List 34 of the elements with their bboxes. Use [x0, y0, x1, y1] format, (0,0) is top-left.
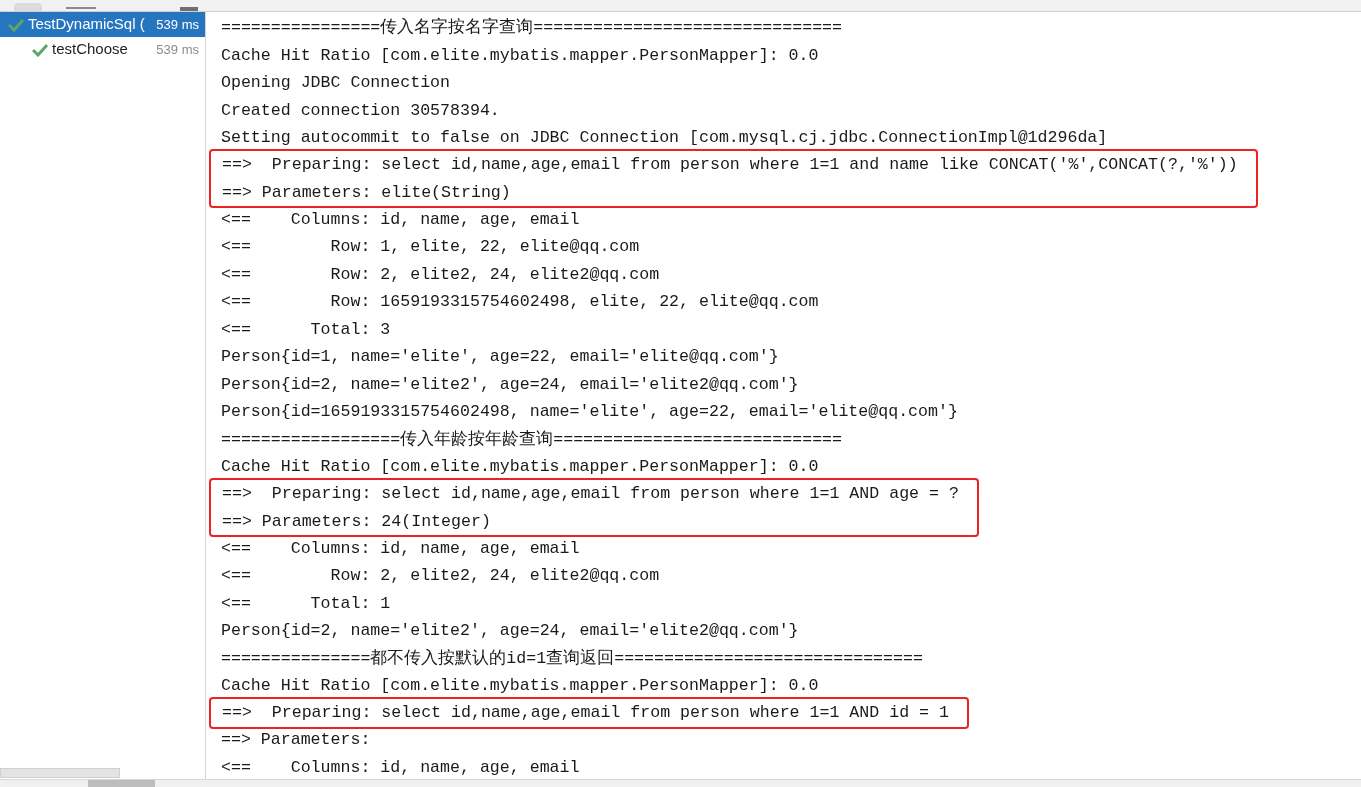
console-line: <== Row: 2, elite2, 24, elite2@qq.com	[221, 565, 661, 587]
console-line: ================传入名字按名字查询===============================	[221, 16, 844, 39]
console-line: ==> Parameters:	[221, 729, 372, 751]
console-line: ==> Parameters: 24(Integer)	[222, 510, 492, 533]
console-line: ==> Preparing: select id,name,age,email from person where 1=1 AND age = ?	[222, 483, 959, 505]
check-icon	[8, 17, 24, 32]
check-icon	[32, 42, 48, 57]
console-line: <== Columns: id, name, age, email	[221, 208, 581, 231]
console-line: ==================传入年龄按年龄查询=============================	[221, 428, 844, 451]
console-line: Person{id=2, name='elite2', age=24, email='elite2@qq.com'}	[221, 373, 800, 396]
console-line: Cache Hit Ratio [com.elite.mybatis.mapper.PersonMapper]: 0.0	[221, 456, 820, 478]
console-line: ==> Preparing: select id,name,age,email from person where 1=1 and name like CONCAT('%',CONCAT(?,'%'))	[222, 154, 1238, 176]
console-line: Cache Hit Ratio [com.elite.mybatis.mapper.PersonMapper]: 0.0	[221, 44, 820, 67]
scrollbar[interactable]	[0, 768, 120, 778]
console-line: <== Total: 3	[221, 318, 392, 341]
console-line: <== Columns: id, name, age, email	[221, 537, 581, 560]
console-line: <== Total: 1	[221, 592, 392, 615]
console-line: <== Row: 1, elite, 22, elite@qq.com	[221, 236, 641, 258]
console-line: Setting autocommit to false on JDBC Connection [com.mysql.cj.jdbc.ConnectionImpl@1d296da]	[221, 127, 1109, 149]
scrollbar-thumb[interactable]	[88, 780, 155, 787]
console-line: Cache Hit Ratio [com.elite.mybatis.mapper.PersonMapper]: 0.0	[221, 675, 820, 697]
console-line: ==> Preparing: select id,name,age,email from person where 1=1 AND id = 1	[222, 702, 949, 724]
console-line: Person{id=2, name='elite2', age=24, email='elite2@qq.com'}	[221, 620, 800, 642]
console-line: <== Row: 2, elite2, 24, elite2@qq.com	[221, 263, 661, 286]
test-tree-item[interactable]: testChoose 539 ms	[0, 37, 205, 62]
console-line: Person{id=1, name='elite', age=22, email='elite@qq.com'}	[221, 346, 780, 368]
test-tree-item[interactable]: TestDynamicSql ( 539 ms	[0, 12, 205, 37]
console-line: <== Row: 1659193315754602498, elite, 22, elite@qq.com	[221, 291, 820, 313]
console-line: Created connection 30578394.	[221, 99, 501, 122]
console-line: <== Columns: id, name, age, email	[221, 756, 581, 779]
console-line: ==> Parameters: elite(String)	[222, 181, 512, 204]
console-line: Person{id=1659193315754602498, name='elite', age=22, email='elite@qq.com'}	[221, 401, 959, 423]
console-line: ===============都不传入按默认的id=1查询返回===============================	[221, 647, 924, 670]
console-line: Opening JDBC Connection	[221, 72, 452, 94]
